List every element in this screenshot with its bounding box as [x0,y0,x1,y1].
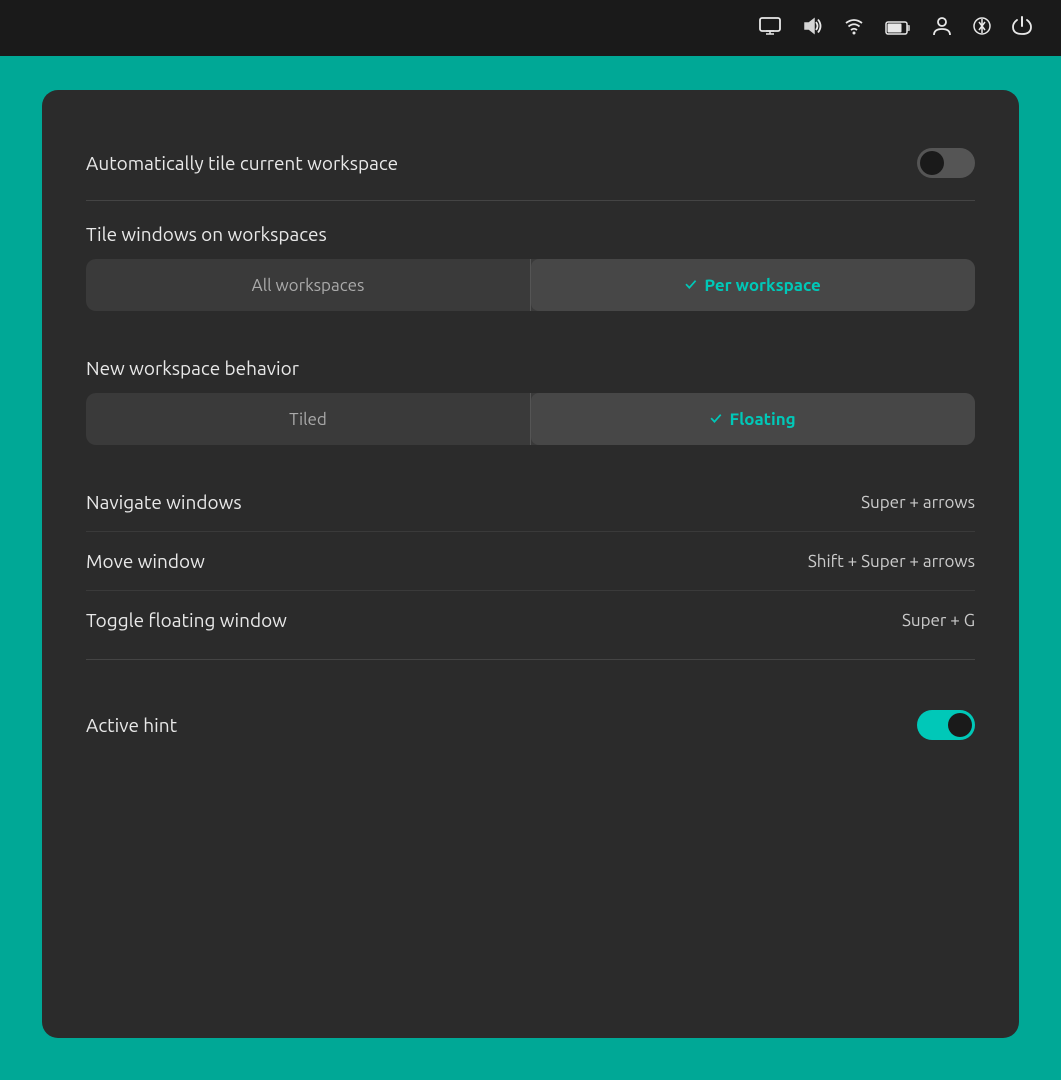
battery-icon[interactable] [885,17,911,40]
toggle-floating-value: Super + G [902,611,975,630]
navigate-windows-value: Super + arrows [861,493,975,512]
new-workspace-label: New workspace behavior [86,357,975,379]
auto-tile-toggle-knob [920,151,944,175]
all-workspaces-option[interactable]: All workspaces [86,259,530,311]
topbar [0,0,1061,56]
toggle-floating-label: Toggle floating window [86,609,287,631]
per-workspace-check-icon: ✓ [685,276,696,294]
divider-2 [86,659,975,660]
auto-tile-label: Automatically tile current workspace [86,152,398,174]
toggle-floating-row: Toggle floating window Super + G [86,591,975,649]
active-hint-toggle[interactable] [917,710,975,740]
active-hint-row: Active hint [86,692,975,758]
floating-option[interactable]: ✓ Floating [531,393,975,445]
tiled-label: Tiled [289,410,327,429]
move-window-value: Shift + Super + arrows [808,552,975,571]
power-icon[interactable] [1011,15,1033,41]
settings-panel: Automatically tile current workspace Til… [42,90,1019,1038]
new-workspace-section: New workspace behavior Tiled ✓ Floating [86,339,975,445]
user-icon[interactable] [931,15,953,41]
auto-tile-row: Automatically tile current workspace [86,130,975,196]
bluetooth-icon[interactable] [973,15,991,41]
all-workspaces-label: All workspaces [252,276,365,295]
wifi-icon[interactable] [843,15,865,41]
navigate-windows-label: Navigate windows [86,491,242,513]
move-window-row: Move window Shift + Super + arrows [86,532,975,590]
active-hint-label: Active hint [86,714,177,736]
tile-windows-label: Tile windows on workspaces [86,223,975,245]
active-hint-toggle-knob [948,713,972,737]
divider-1 [86,200,975,201]
per-workspace-option[interactable]: ✓ Per workspace [531,259,975,311]
tile-windows-section: Tile windows on workspaces All workspace… [86,205,975,311]
display-icon[interactable] [759,15,781,41]
navigate-windows-row: Navigate windows Super + arrows [86,473,975,531]
new-workspace-segmented: Tiled ✓ Floating [86,393,975,445]
auto-tile-toggle[interactable] [917,148,975,178]
per-workspace-label: Per workspace [704,276,820,295]
volume-icon[interactable] [801,15,823,41]
tile-windows-segmented: All workspaces ✓ Per workspace [86,259,975,311]
shortcuts-section: Navigate windows Super + arrows Move win… [86,473,975,649]
floating-check-icon: ✓ [710,410,721,428]
floating-label: Floating [730,410,796,429]
move-window-label: Move window [86,550,205,572]
tiled-option[interactable]: Tiled [86,393,530,445]
